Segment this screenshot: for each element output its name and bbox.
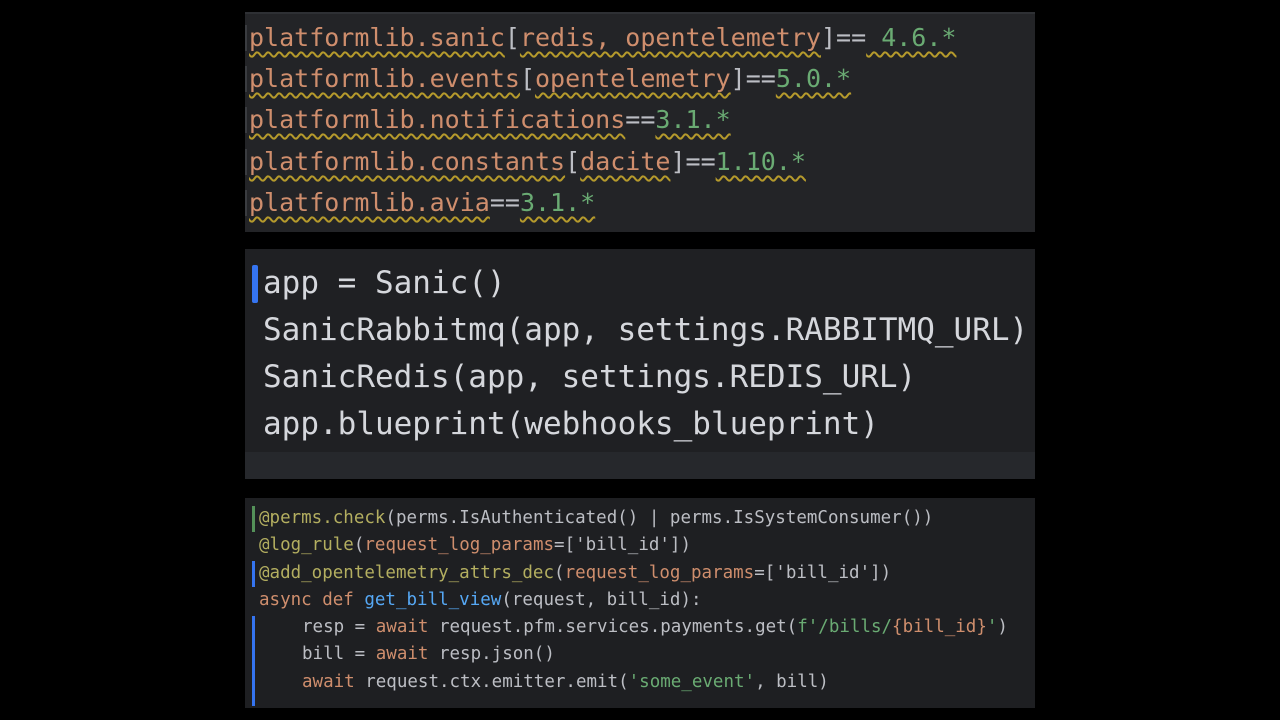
decorator-name: @log_rule (259, 535, 354, 555)
version-spec: 5.0.* (775, 64, 852, 93)
string-literal: 'some_event' (628, 672, 756, 692)
requirements-editor-panel: platformlib.sanic[redis, opentelemetry]=… (245, 12, 1035, 232)
decorator-name: @perms.check (259, 508, 386, 528)
app-setup-editor-panel: app = Sanic() SanicRabbitmq(app, setting… (245, 249, 1035, 479)
version-operator: == (836, 23, 867, 52)
argument-value: =['bill_id'] (754, 563, 881, 583)
keyword: await (302, 672, 355, 692)
bracket-close: ] (820, 23, 837, 52)
decorator-name: @add_opentelemetry_attrs_dec (259, 563, 555, 583)
package-extras: redis, opentelemetry (519, 23, 821, 52)
package-name: platformlib.notifications (249, 105, 626, 134)
string-literal: f'/bills/ (797, 617, 893, 637)
paren-close: ) (880, 563, 892, 583)
gutter-added-marker[interactable] (252, 506, 255, 532)
requirement-line[interactable]: platformlib.avia==3.1.* (245, 186, 596, 220)
bracket-open: [ (565, 147, 581, 176)
gutter-change-marker[interactable] (252, 265, 258, 303)
package-name: platformlib.events (249, 64, 520, 93)
code-line[interactable]: @perms.check(perms.IsAuthenticated() | p… (259, 505, 933, 532)
bracket-open: [ (519, 64, 535, 93)
code-line[interactable]: resp = await request.pfm.services.paymen… (302, 614, 1008, 641)
version-operator: == (685, 147, 716, 176)
version-operator: == (489, 188, 520, 217)
version-operator: == (745, 64, 776, 93)
keyword: async def (259, 590, 365, 610)
requirement-line[interactable]: platformlib.events[opentelemetry]==5.0.* (245, 62, 852, 96)
version-operator: == (625, 105, 656, 134)
paren-open: ( (353, 535, 365, 555)
paren-close: ) (680, 535, 692, 555)
bracket-open: [ (504, 23, 520, 52)
version-spec: 4.6.* (866, 23, 957, 52)
function-args: (request, bill_id): (501, 590, 702, 610)
view-code-editor-panel: @perms.check(perms.IsAuthenticated() | p… (245, 498, 1035, 708)
code-line[interactable]: await request.ctx.emitter.emit('some_eve… (302, 669, 829, 696)
fstring-interpolation: {bill_id} (892, 617, 987, 637)
code-line[interactable]: app = Sanic() (263, 260, 506, 307)
code-line[interactable]: async def get_bill_view(request, bill_id… (259, 587, 702, 614)
keyword-argument: request_log_params (564, 563, 755, 583)
argument-value: =['bill_id'] (554, 535, 681, 555)
package-extras: opentelemetry (535, 64, 731, 93)
decorator-args: (perms.IsAuthenticated() | perms.IsSyste… (385, 508, 934, 528)
version-spec: 1.10.* (715, 147, 806, 176)
package-name: platformlib.constants (249, 147, 566, 176)
requirement-line[interactable]: platformlib.sanic[redis, opentelemetry]=… (245, 21, 957, 55)
code-text: request.ctx.emitter.emit( (354, 672, 629, 692)
gutter-modified-marker[interactable] (252, 561, 255, 587)
string-literal: ' (986, 617, 998, 637)
bracket-close: ] (670, 147, 686, 176)
package-name: platformlib.avia (249, 188, 490, 217)
code-line[interactable]: bill = await resp.json() (302, 641, 555, 668)
version-spec: 3.1.* (519, 188, 596, 217)
code-text: resp = (302, 617, 376, 637)
package-name: platformlib.sanic (249, 23, 505, 52)
keyword-argument: request_log_params (364, 535, 555, 555)
package-extras: dacite (580, 147, 671, 176)
keyword: await (375, 617, 429, 637)
keyword: await (375, 644, 429, 664)
code-text: bill = (302, 644, 376, 664)
code-line[interactable]: app.blueprint(webhooks_blueprint) (263, 401, 879, 448)
code-line[interactable]: SanicRedis(app, settings.REDIS_URL) (263, 354, 916, 401)
current-line-highlight[interactable] (245, 452, 1035, 479)
version-spec: 3.1.* (655, 105, 731, 134)
requirement-line[interactable]: platformlib.constants[dacite]==1.10.* (245, 145, 806, 179)
code-text: ) (997, 617, 1008, 637)
gutter-modified-marker[interactable] (252, 616, 255, 706)
paren-open: ( (554, 563, 565, 583)
code-text: request.pfm.services.payments.get( (428, 617, 798, 637)
code-line[interactable]: @add_opentelemetry_attrs_dec(request_log… (259, 560, 891, 587)
requirement-line[interactable]: platformlib.notifications==3.1.* (245, 103, 731, 137)
code-line[interactable]: @log_rule(request_log_params=['bill_id']… (259, 532, 691, 559)
bracket-close: ] (730, 64, 746, 93)
code-line[interactable]: SanicRabbitmq(app, settings.RABBITMQ_URL… (263, 307, 1028, 354)
code-text: resp.json() (428, 644, 555, 664)
function-name: get_bill_view (364, 590, 502, 610)
code-text: , bill) (755, 672, 829, 692)
